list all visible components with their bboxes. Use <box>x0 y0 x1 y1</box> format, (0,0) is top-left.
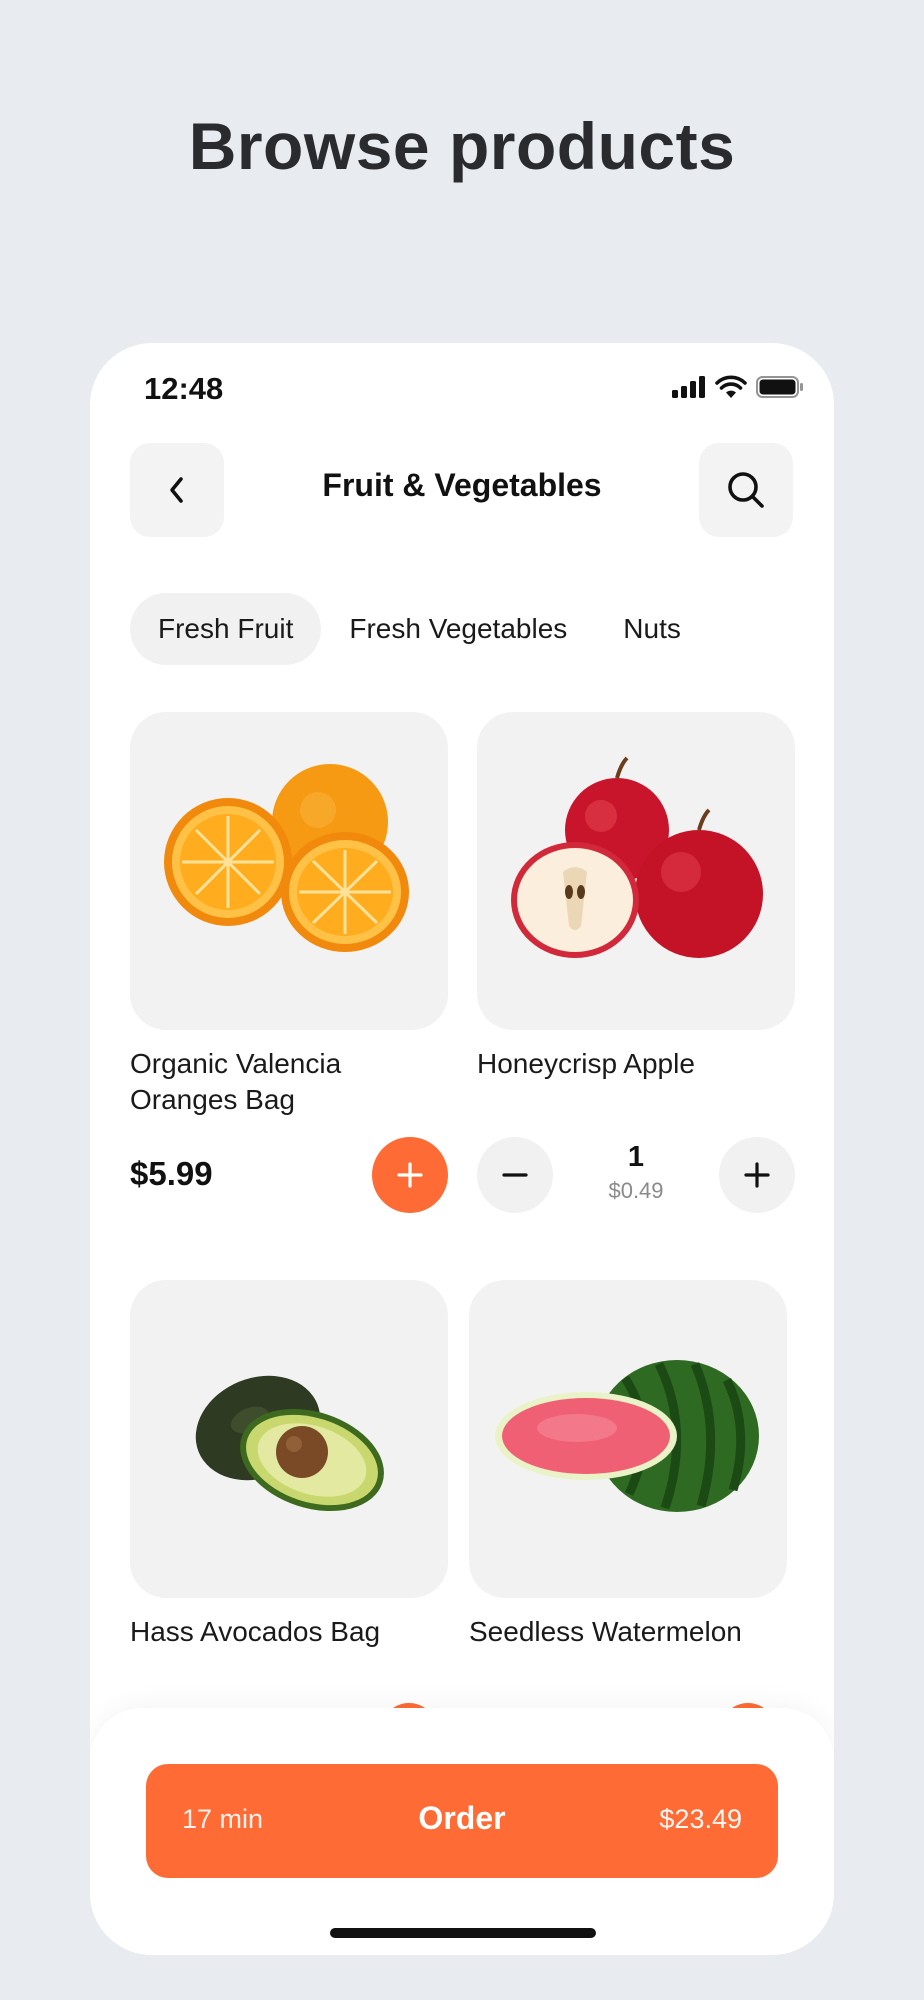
decrease-quantity-button[interactable] <box>477 1137 553 1213</box>
category-tabs: Fresh Fruit Fresh Vegetables Nuts <box>130 593 709 665</box>
signal-icon <box>672 376 705 398</box>
product-name-line: Oranges Bag <box>130 1084 295 1115</box>
product-image-avocado <box>130 1280 448 1598</box>
tab-fresh-vegetables[interactable]: Fresh Vegetables <box>321 593 595 665</box>
product-image-apple <box>477 712 795 1030</box>
product-name: Seedless Watermelon <box>469 1616 742 1647</box>
quantity-display: 1 $0.49 <box>586 1141 686 1204</box>
product-image-watermelon <box>469 1280 787 1598</box>
plus-icon <box>744 1162 770 1188</box>
battery-icon <box>756 376 803 398</box>
status-icons <box>672 375 804 399</box>
status-bar: 12:48 <box>90 343 834 433</box>
minus-icon <box>502 1173 528 1177</box>
product-card-oranges[interactable]: Organic Valencia Oranges Bag <box>130 712 448 1118</box>
phone-screen: 12:48 Fruit & Vegetables Fresh Fruit Fre… <box>90 343 834 1955</box>
home-indicator[interactable] <box>330 1928 596 1938</box>
plus-icon <box>397 1162 423 1188</box>
search-button[interactable] <box>699 443 793 537</box>
add-to-cart-button[interactable] <box>372 1137 448 1213</box>
quantity-value: 1 <box>627 1141 645 1173</box>
tab-nuts[interactable]: Nuts <box>595 593 709 665</box>
product-card-avocado[interactable]: Hass Avocados Bag <box>130 1280 448 1650</box>
product-name-line: Organic Valencia <box>130 1048 342 1079</box>
product-card-watermelon[interactable]: Seedless Watermelon <box>469 1280 787 1650</box>
increase-quantity-button[interactable] <box>719 1137 795 1213</box>
unit-price: $0.49 <box>608 1178 664 1203</box>
order-total: $23.49 <box>659 1804 742 1834</box>
product-image-oranges <box>130 712 448 1030</box>
wifi-icon <box>715 375 747 398</box>
status-time: 12:48 <box>144 371 224 406</box>
product-card-apple[interactable]: Honeycrisp Apple <box>477 712 795 1082</box>
product-name: Hass Avocados Bag <box>130 1616 381 1647</box>
page-headline: Browse products <box>188 109 736 183</box>
product-price-oranges: $5.99 <box>130 1155 213 1192</box>
product-name: Organic Valencia Oranges Bag <box>130 1046 448 1118</box>
order-button[interactable]: 17 min Order $23.49 <box>146 1764 778 1878</box>
search-icon <box>728 472 764 508</box>
tab-fresh-fruit[interactable]: Fresh Fruit <box>130 593 322 665</box>
product-name: Honeycrisp Apple <box>477 1048 695 1079</box>
